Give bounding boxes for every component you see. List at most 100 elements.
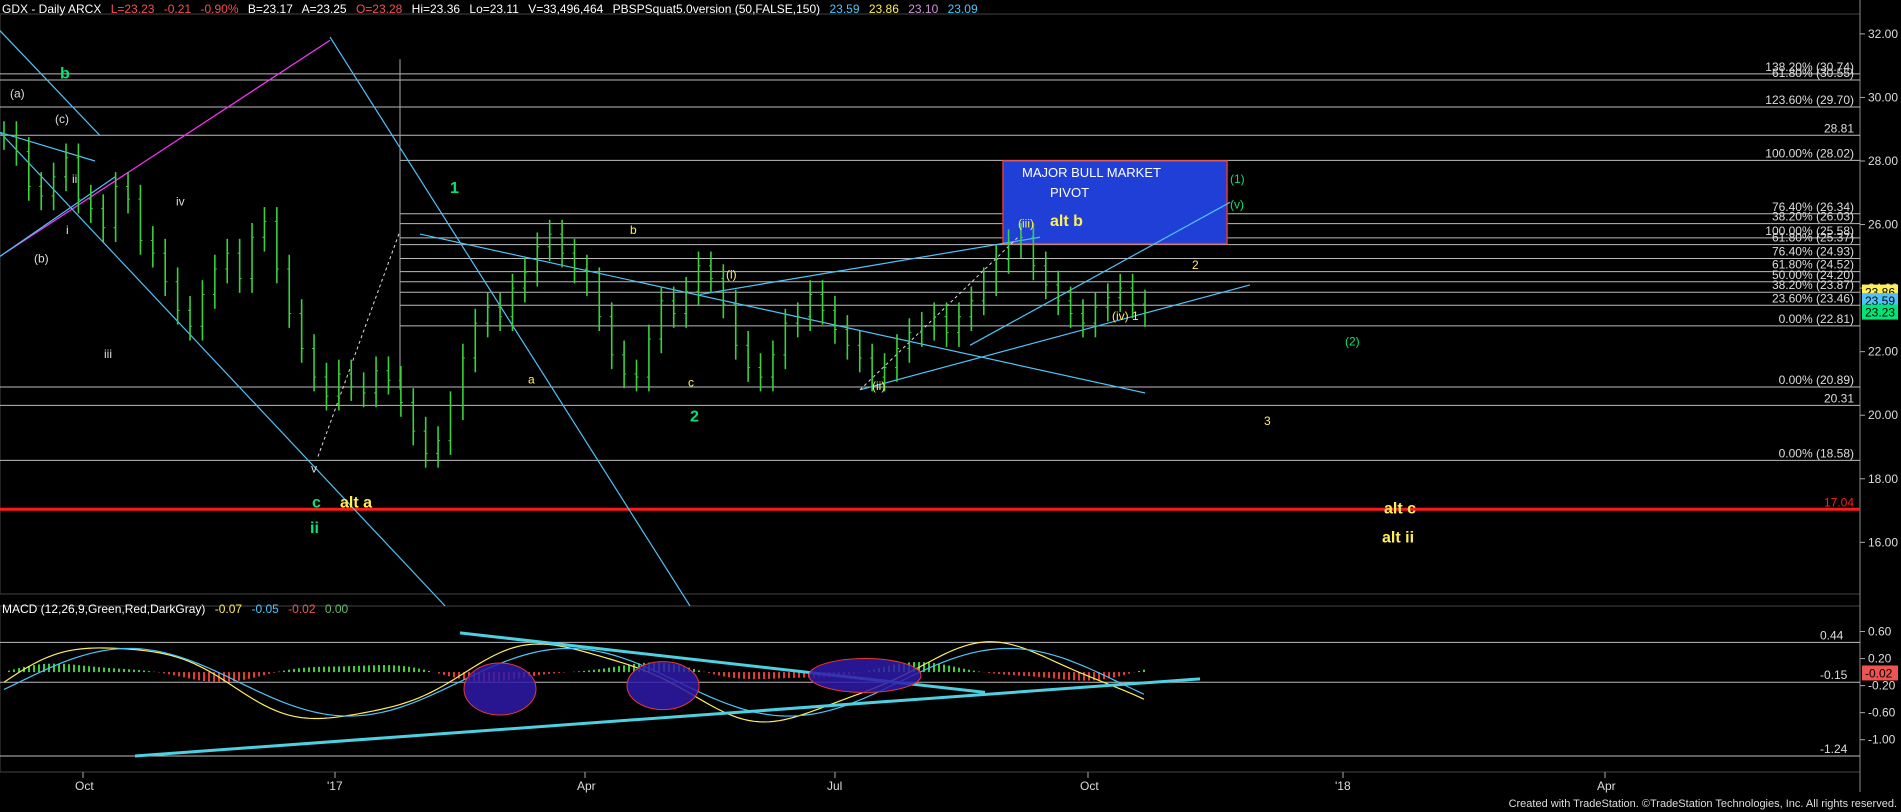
high-price: Hi=23.36 [411,2,461,16]
fib-level-label: 0.00% (22.81) [1779,312,1854,326]
x-tick-label: Oct [1080,779,1099,793]
wave-label: (i) [726,268,737,282]
fib-level-label: 28.81 [1824,121,1854,135]
wave-label: 2 [690,409,699,426]
macd-tick-label: -0.20 [1868,679,1896,693]
wave-label: alt ii [1382,529,1414,546]
bid-price: B=23.17 [247,2,293,16]
wave-label: (1) [1230,172,1245,186]
ask-price: A=23.25 [301,2,347,16]
macd-tick-label: 0.20 [1868,652,1892,666]
footer-credit: Created with TradeStation. ©TradeStation… [1508,798,1897,810]
macd-value-1: -0.07 [214,602,243,616]
wave-label: c [312,494,321,511]
macd-highlight-ellipse [463,662,537,716]
wave-label: iii [104,347,112,361]
wave-dashed-line [317,230,401,457]
x-tick-label: Jul [827,779,842,793]
wave-label: 1 [450,180,459,197]
macd-value-4: 0.00 [324,602,349,616]
wave-label: alt c [1384,501,1416,518]
macd-value-2: -0.05 [251,602,279,616]
fib-level-label: 38.20% (23.87) [1772,278,1854,292]
wave-label: v [311,461,317,475]
x-tick-label: '17 [327,779,343,793]
price-tick-label: 28.00 [1868,154,1898,168]
wave-label: (v) [1230,198,1244,212]
indicator-value-2: 23.86 [868,2,899,16]
x-tick-label: Apr [1597,779,1616,793]
price-tick-label: 16.00 [1868,535,1898,549]
wave-label: a [528,372,535,386]
wave-label: (b) [34,252,49,266]
wave-label: 2 [1192,258,1199,272]
price-tick-label: 26.00 [1868,218,1898,232]
indicator-value-4: 23.09 [947,2,978,16]
fib-level-label: 20.31 [1824,391,1854,405]
wave-label: ii [310,520,319,537]
trendline [859,284,1251,391]
price-flag-label: -0.02 [1865,666,1893,680]
indicator-name: PBSPSquat5.0version (50,FALSE,150) [612,2,821,16]
macd-highlight-ellipse [808,657,922,693]
wave-label: c [688,376,694,390]
pivot-box-subtitle: PIVOT [1050,185,1089,200]
wave-label: (2) [1345,334,1360,348]
wave-label: i [66,223,69,237]
trendline [0,131,446,607]
pivot-box-title: MAJOR BULL MARKET [1022,165,1161,180]
wave-label: (a) [10,86,25,100]
fib-level-label: 123.60% (29.70) [1765,93,1854,107]
indicator-value-1: 23.59 [829,2,860,16]
macd-level-label: -0.15 [1820,668,1848,682]
fib-level-label: 61.80% (25.37) [1772,231,1854,245]
wave-label: (iii) [1018,217,1034,231]
fib-level-label: 0.00% (18.58) [1779,446,1854,460]
macd-value-3: -0.02 [288,602,316,616]
chart-canvas[interactable]: 32.0030.0028.0026.0024.0022.0020.0018.00… [0,0,1901,812]
macd-tick-label: -0.60 [1868,706,1896,720]
macd-label: MACD (12,26,9,Green,Red,DarkGray) [2,602,206,616]
price-tick-label: 30.00 [1868,90,1898,104]
price-change-pct: -0.90% [200,2,239,16]
price-pane-border [0,13,1861,595]
macd-header: MACD (12,26,9,Green,Red,DarkGray) -0.07 … [2,602,354,616]
macd-level-label: -1.24 [1820,742,1848,756]
price-flag-label: 23.23 [1865,306,1895,320]
price-tick-label: 22.00 [1868,345,1898,359]
fib-level-label: 38.20% (26.03) [1772,210,1854,224]
open-price: O=23.28 [355,2,403,16]
x-tick-label: '18 [1335,779,1351,793]
wave-label: (c) [55,112,69,126]
trendline [699,236,1041,296]
fib-level-label: 76.40% (24.93) [1772,245,1854,259]
trendline [329,36,691,607]
price-tick-label: 20.00 [1868,408,1898,422]
macd-tick-label: 0.60 [1868,625,1892,639]
wave-label: iv [176,194,185,208]
trendline [0,39,331,257]
fib-level-label: 17.04 [1824,495,1854,509]
price-tick-label: 32.00 [1868,27,1898,41]
macd-pane-border [0,605,1861,773]
volume: V=33,496,464 [528,2,604,16]
macd-level-label: 0.44 [1820,628,1844,642]
fib-level-label: 23.60% (23.46) [1772,291,1854,305]
fib-level-label: 61.80% (30.55) [1772,66,1854,80]
price-tick-label: 18.00 [1868,472,1898,486]
trendline [0,176,116,257]
low-price: Lo=23.11 [469,2,519,16]
trendline [419,233,1146,394]
last-price: L=23.23 [110,2,155,16]
wave-label: 3 [1264,414,1271,428]
macd-tick-label: -1.00 [1868,733,1896,747]
symbol-label: GDX - Daily ARCX [2,2,102,16]
trendline [0,30,101,136]
wave-label: alt a [340,494,372,511]
wave-dashed-line [859,236,1019,391]
wave-label: b [630,223,637,237]
wave-label: ii [72,172,77,186]
chart-header: GDX - Daily ARCX L=23.23 -0.21 -0.90% B=… [2,2,984,16]
price-change: -0.21 [163,2,192,16]
fib-level-label: 100.00% (28.02) [1765,146,1854,160]
